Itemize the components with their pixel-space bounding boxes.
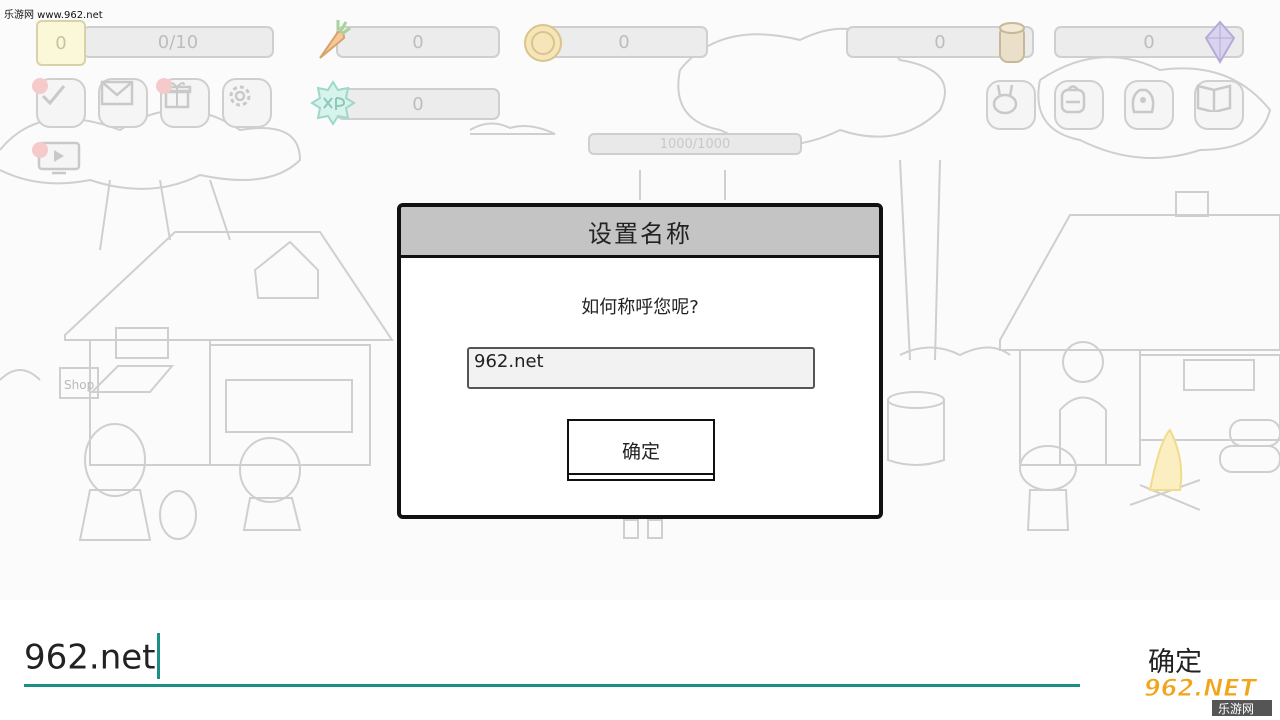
hp-value: 1000/1000 <box>659 136 731 152</box>
xp-count: 0 <box>412 93 424 115</box>
ime-underline <box>24 684 1080 687</box>
carrot-bar: 0 <box>336 26 500 58</box>
wood-icon <box>996 20 1028 66</box>
name-input[interactable]: 962.net <box>467 347 815 389</box>
gear-icon <box>229 85 251 107</box>
tasks-notification-dot <box>32 78 48 94</box>
video-notification-dot <box>32 142 48 158</box>
carrot-count: 0 <box>412 31 424 53</box>
book-button[interactable] <box>1194 80 1244 130</box>
text-caret <box>156 633 160 679</box>
logo-main-text: 962.NET <box>1144 674 1258 702</box>
shop-sign-text: Shop <box>64 378 94 392</box>
level-badge: 0 <box>36 20 86 66</box>
ime-input-strip: 962.net 确定 <box>0 600 1280 720</box>
coin-count: 0 <box>618 31 630 53</box>
ime-text-field[interactable]: 962.net <box>24 633 160 682</box>
wood-count: 0 <box>934 31 946 53</box>
mail-button[interactable] <box>98 78 148 128</box>
dialog-confirm-button[interactable]: 确定 <box>567 419 715 481</box>
dialog-confirm-label: 确定 <box>621 440 660 463</box>
backpack-button[interactable] <box>1054 80 1104 130</box>
set-name-dialog: 设置名称 如何称呼您呢? 962.net 确定 <box>397 203 883 519</box>
gem-count: 0 <box>1143 31 1155 53</box>
rabbit-icon <box>992 84 1018 115</box>
xp-bar: 0 <box>336 88 500 120</box>
backpack-icon <box>1060 85 1086 114</box>
logo-sub-text: 乐游网 <box>1218 702 1254 716</box>
site-logo: 962.NET 乐游网 <box>1144 674 1272 716</box>
gem-icon <box>1202 20 1238 64</box>
xp-badge-icon <box>310 80 356 126</box>
level-value: 0 <box>55 32 67 54</box>
envelope-icon <box>100 80 134 106</box>
carrot-icon <box>312 18 352 62</box>
settings-button[interactable] <box>222 78 272 128</box>
watermark-text: 乐游网 www.962.net <box>4 10 103 21</box>
coin-bar: 0 <box>540 26 708 58</box>
dialog-title: 设置名称 <box>401 207 879 258</box>
rabbit-button[interactable] <box>986 80 1036 130</box>
pouch-button[interactable] <box>1124 80 1174 130</box>
hp-bar: 1000/1000 <box>588 133 802 155</box>
book-icon <box>1196 84 1232 112</box>
gift-notification-dot <box>156 78 172 94</box>
ime-text-value: 962.net <box>24 637 156 678</box>
exp-value: 0/10 <box>157 31 199 53</box>
pouch-icon <box>1131 88 1155 114</box>
dialog-question: 如何称呼您呢? <box>581 297 699 318</box>
exp-bar: 0/10 <box>82 26 274 58</box>
coin-icon <box>522 22 564 64</box>
